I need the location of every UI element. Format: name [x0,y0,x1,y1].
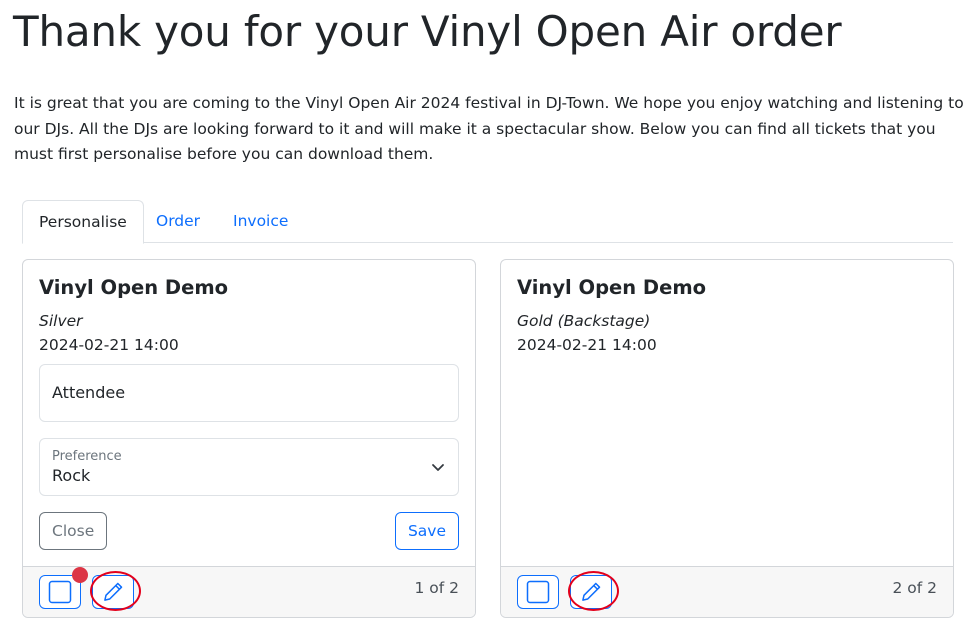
tab-invoice[interactable]: Invoice [217,200,304,243]
ticket-date: 2024-02-21 14:00 [39,336,179,354]
preference-select[interactable]: Preference Rock [39,438,459,496]
chevron-down-icon [432,464,444,471]
tab-order[interactable]: Order [140,200,216,243]
tab-bar: Personalise Order Invoice [22,200,953,244]
attendee-field[interactable]: Attendee [39,364,459,422]
select-ticket-button[interactable] [517,575,559,609]
preference-value: Rock [52,466,91,485]
attendee-placeholder: Attendee [52,383,126,402]
annotation-circle [90,571,141,611]
close-button[interactable]: Close [39,512,108,550]
checkbox-square-icon [526,580,550,604]
page-title: Thank you for your Vinyl Open Air order [13,7,842,56]
ticket-pager: 1 of 2 [414,579,459,597]
save-button[interactable]: Save [394,512,459,550]
tab-personalise[interactable]: Personalise [22,200,144,244]
intro-text: It is great that you are coming to the V… [14,94,964,163]
ticket-type: Gold (Backstage) [517,312,651,330]
ticket-type: Silver [39,312,83,330]
card-footer: 2 of 2 [501,566,953,617]
checkbox-square-icon [48,580,72,604]
ticket-event-name: Vinyl Open Demo [39,276,229,299]
ticket-card-1: Vinyl Open Demo Silver 2024-02-21 14:00 … [22,259,476,618]
notification-badge [72,567,88,583]
ticket-pager: 2 of 2 [892,579,937,597]
ticket-card-2: Vinyl Open Demo Gold (Backstage) 2024-02… [500,259,954,618]
annotation-circle [568,571,619,611]
preference-label: Preference [52,449,122,464]
ticket-date: 2024-02-21 14:00 [517,336,657,354]
ticket-event-name: Vinyl Open Demo [517,276,707,299]
card-footer: 1 of 2 [23,566,475,617]
